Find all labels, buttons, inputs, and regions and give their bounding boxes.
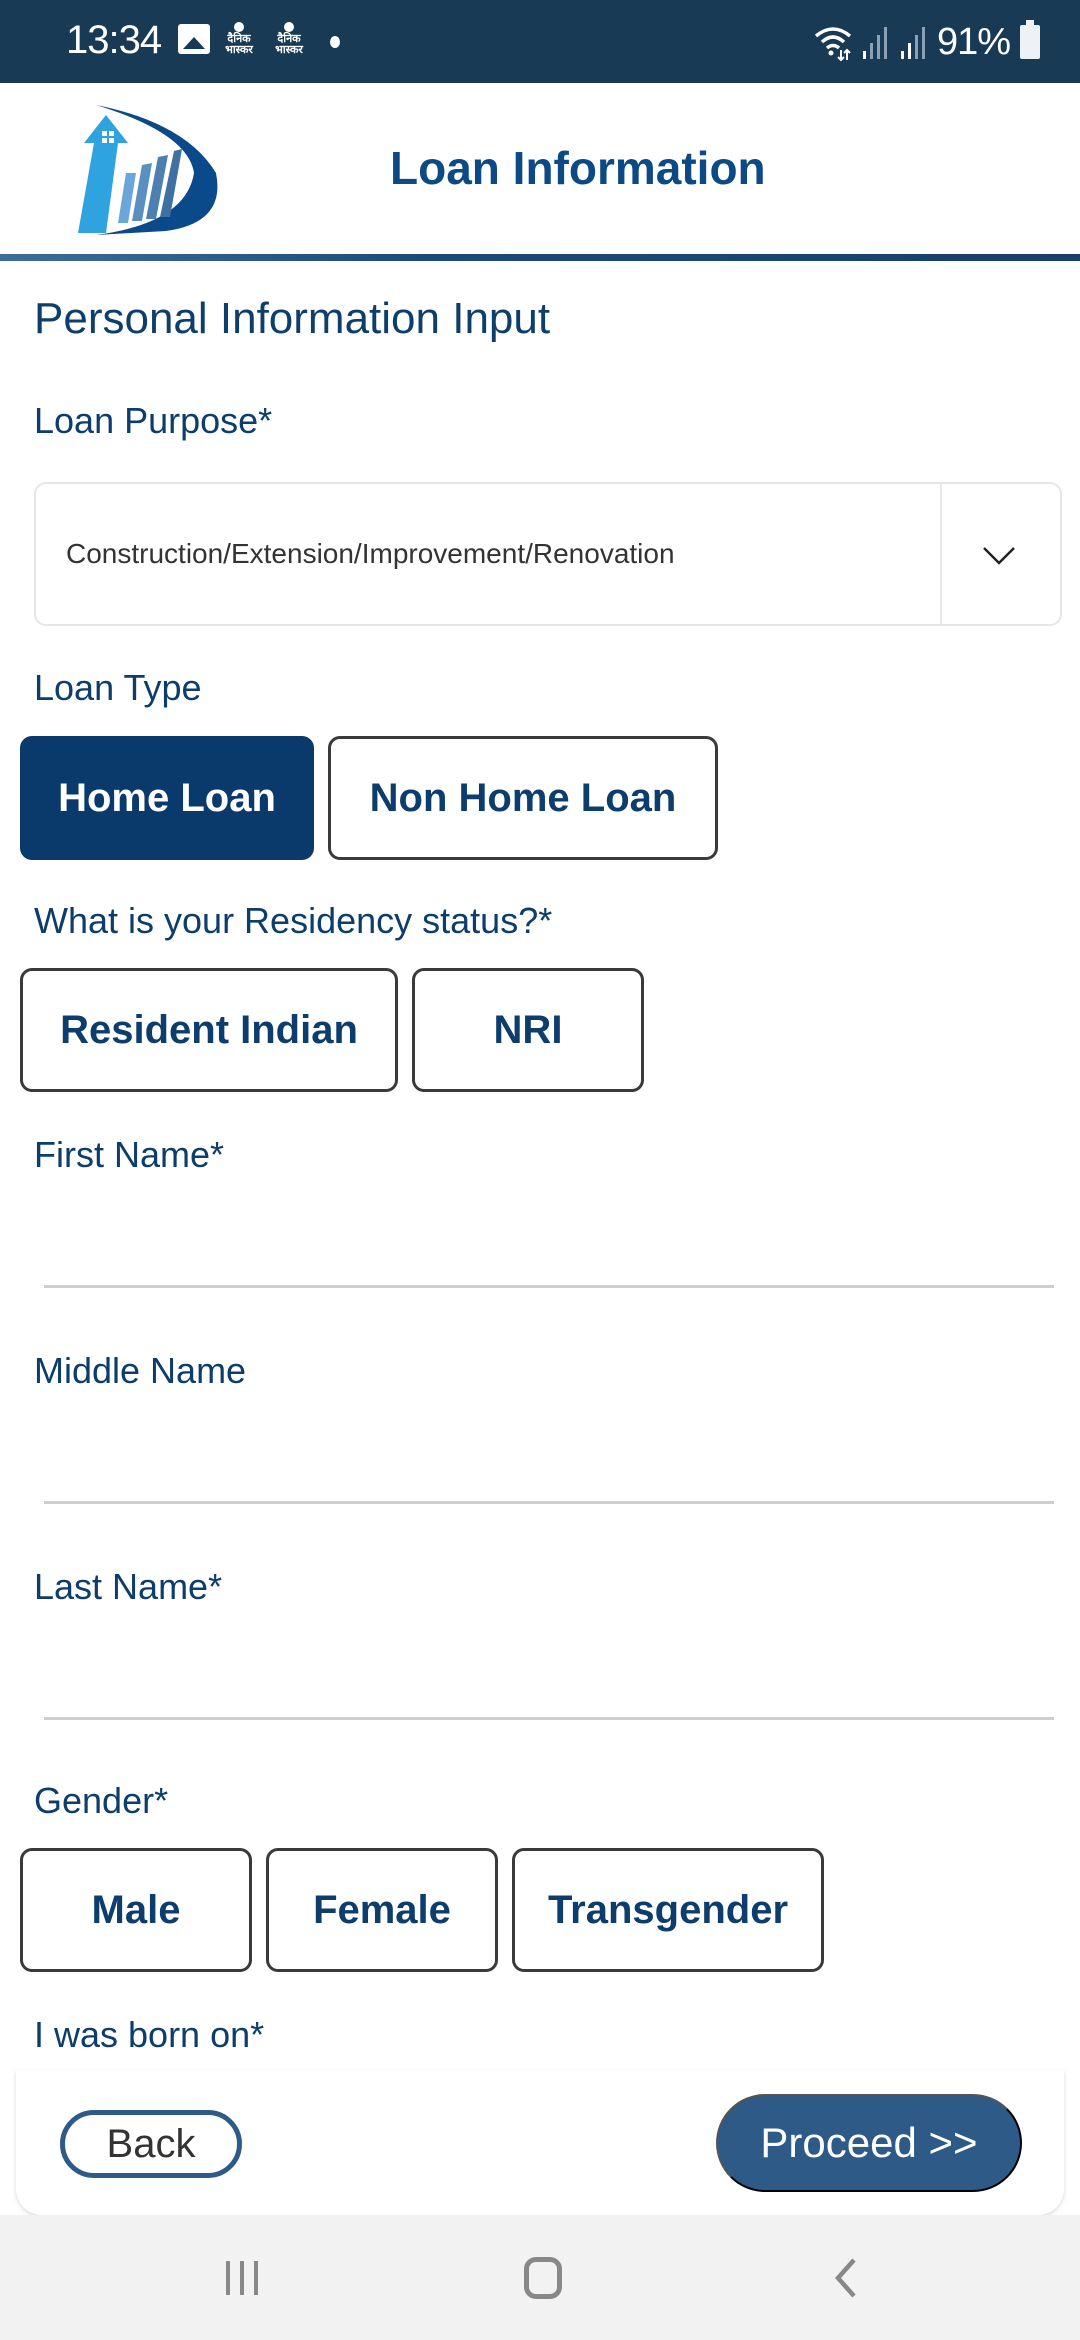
loan-type-label: Loan Type bbox=[34, 667, 202, 708]
footer-actions: Back Proceed >> bbox=[16, 2070, 1064, 2215]
image-icon bbox=[178, 24, 210, 54]
recent-apps-icon[interactable] bbox=[222, 2259, 262, 2297]
gender-label: Gender* bbox=[34, 1780, 169, 1821]
header-divider bbox=[0, 254, 1080, 261]
page-title: Loan Information bbox=[390, 142, 766, 194]
first-name-label: First Name* bbox=[34, 1134, 225, 1175]
battery-icon bbox=[1020, 20, 1040, 59]
clock: 13:34 bbox=[66, 18, 162, 62]
select-divider bbox=[940, 484, 942, 624]
status-right: 91% bbox=[813, 18, 1040, 66]
signal-icon bbox=[862, 27, 887, 59]
system-nav-bar bbox=[0, 2215, 1080, 2340]
loan-type-non-home-loan-button[interactable]: Non Home Loan bbox=[328, 736, 718, 860]
dainik-bhaskar-icon: दैनिक भास्कर bbox=[222, 22, 256, 58]
battery-percent: 91% bbox=[936, 20, 1011, 63]
loan-purpose-value: Construction/Extension/Improvement/Renov… bbox=[66, 538, 675, 569]
gender-male-button[interactable]: Male bbox=[20, 1848, 252, 1972]
loan-purpose-select[interactable]: Construction/Extension/Improvement/Renov… bbox=[34, 482, 1062, 626]
status-bar: 13:34 दैनिक भास्कर दैनिक भास्कर 91% bbox=[0, 0, 1080, 83]
proceed-button[interactable]: Proceed >> bbox=[716, 2094, 1022, 2192]
last-name-label: Last Name* bbox=[34, 1566, 223, 1607]
section-title: Personal Information Input bbox=[34, 294, 551, 343]
residency-resident-indian-button[interactable]: Resident Indian bbox=[20, 968, 398, 1092]
loan-type-home-loan-button[interactable]: Home Loan bbox=[20, 736, 314, 860]
back-button[interactable]: Back bbox=[60, 2110, 242, 2178]
app-header: Loan Information bbox=[0, 83, 1080, 261]
dob-label: I was born on* bbox=[34, 2014, 265, 2055]
first-name-input[interactable] bbox=[44, 1228, 1054, 1288]
gender-female-button[interactable]: Female bbox=[266, 1848, 498, 1972]
home-icon[interactable] bbox=[524, 2257, 562, 2299]
wifi-icon bbox=[814, 27, 852, 62]
gender-transgender-button[interactable]: Transgender bbox=[512, 1848, 824, 1972]
loan-purpose-label: Loan Purpose* bbox=[34, 400, 273, 441]
app-logo-icon bbox=[78, 105, 218, 235]
more-notifications-dot-icon bbox=[330, 36, 340, 48]
signal-icon bbox=[900, 27, 925, 59]
last-name-input[interactable] bbox=[44, 1660, 1054, 1720]
middle-name-input[interactable] bbox=[44, 1444, 1054, 1504]
middle-name-label: Middle Name bbox=[34, 1350, 247, 1391]
back-nav-icon[interactable] bbox=[830, 2257, 860, 2299]
chevron-down-icon[interactable] bbox=[980, 536, 1018, 574]
residency-label: What is your Residency status?* bbox=[34, 900, 553, 941]
residency-nri-button[interactable]: NRI bbox=[412, 968, 644, 1092]
dainik-bhaskar-icon: दैनिक भास्कर bbox=[272, 22, 306, 58]
